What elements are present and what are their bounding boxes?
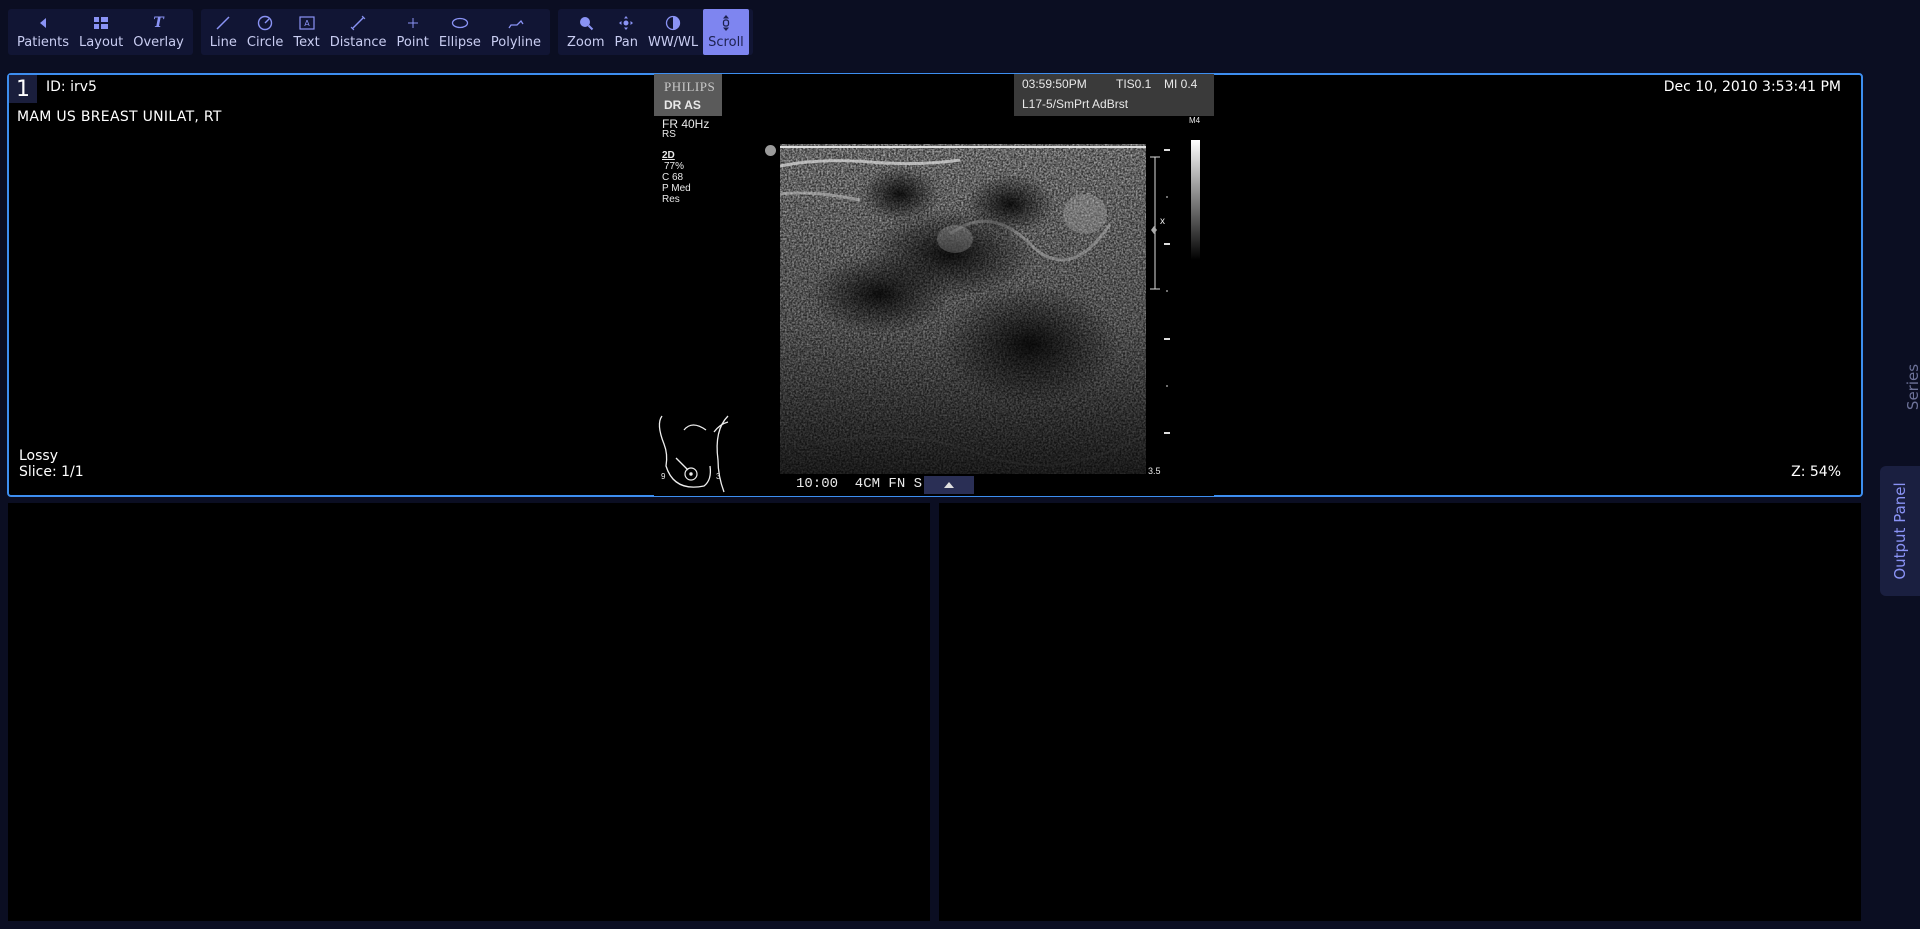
circle-tool-button[interactable]: Circle: [242, 9, 289, 55]
text-tool-button[interactable]: A Text: [288, 9, 324, 55]
patient-id: ID: irv5: [46, 79, 97, 95]
focus-marker: x: [1160, 216, 1165, 227]
scroll-icon: [717, 14, 735, 32]
distance-tool-button[interactable]: Distance: [325, 9, 392, 55]
line-icon: [214, 14, 232, 32]
compression-label: Lossy: [19, 448, 58, 464]
polyline-icon: [507, 14, 525, 32]
pan-icon: [617, 14, 635, 32]
caret-up-button[interactable]: [924, 476, 974, 494]
viewport-3[interactable]: [939, 503, 1861, 921]
line-tool-button[interactable]: Line: [205, 9, 242, 55]
svg-text:A: A: [304, 19, 310, 28]
study-datetime: Dec 10, 2010 3:53:41 PM: [1663, 79, 1841, 95]
zoom-icon: [577, 14, 595, 32]
toolbar: Patients Layout T Overlay Line Circle A …: [8, 9, 753, 55]
scroll-tool-button[interactable]: Scroll: [703, 9, 749, 55]
breast-body-marker: [658, 415, 729, 493]
polyline-tool-button[interactable]: Polyline: [486, 9, 546, 55]
study-description: MAM US BREAST UNILAT, RT: [17, 109, 222, 125]
bmode-image: [780, 144, 1146, 474]
toolbar-group-view: Zoom Pan WW/WL Scroll: [558, 9, 753, 55]
viewport-1[interactable]: 1 ID: irv5 MAM US BREAST UNILAT, RT Dec …: [7, 73, 1863, 497]
viewport-2[interactable]: [8, 503, 930, 921]
rs-label: RS: [662, 129, 676, 140]
body-marker-3: 3: [716, 472, 721, 481]
zoom-tool-button[interactable]: Zoom: [562, 9, 609, 55]
map-label: M4: [1189, 116, 1201, 125]
slice-counter: Slice: 1/1: [19, 464, 84, 480]
output-panel-tab[interactable]: Output Panel: [1880, 466, 1920, 596]
caret-up-icon: [944, 482, 954, 488]
orientation-marker: [765, 145, 776, 156]
toolbar-group-annotation: Line Circle A Text Distance Point Ellips…: [200, 9, 551, 55]
pan-tool-button[interactable]: Pan: [610, 9, 643, 55]
param-gain: 77%: [664, 161, 685, 172]
vendor-logo: PHILIPS: [664, 79, 716, 94]
acquisition-time: 03:59:50PM: [1022, 77, 1087, 91]
layout-button[interactable]: Layout: [74, 9, 128, 55]
wwwl-tool-button[interactable]: WW/WL: [643, 9, 703, 55]
circle-icon: [256, 14, 274, 32]
zoom-level: Z: 54%: [1791, 464, 1841, 480]
point-icon: [404, 14, 422, 32]
point-tool-button[interactable]: Point: [392, 9, 434, 55]
param-compression: C 68: [662, 172, 684, 183]
distance-icon: [349, 14, 367, 32]
toolbar-group-navigation: Patients Layout T Overlay: [8, 9, 193, 55]
layout-grid-icon: [92, 14, 110, 32]
param-persistence: P Med: [662, 183, 691, 194]
probe-preset: L17-5/SmPrt AdBrst: [1022, 97, 1129, 111]
overlay-text-icon: T: [153, 15, 164, 31]
contrast-icon: [664, 14, 682, 32]
back-arrow-icon: [34, 14, 52, 32]
mi-value: MI 0.4: [1164, 77, 1198, 91]
output-panel-label: Output Panel: [1891, 482, 1909, 580]
overlay-button[interactable]: T Overlay: [128, 9, 189, 55]
ellipse-icon: [451, 14, 469, 32]
depth-value: 3.5: [1148, 466, 1161, 476]
depth-scale: [1150, 149, 1170, 434]
ellipse-tool-button[interactable]: Ellipse: [434, 9, 486, 55]
mode-label: DR AS: [664, 98, 701, 112]
param-res: Res: [662, 194, 680, 205]
patients-button[interactable]: Patients: [12, 9, 74, 55]
viewport-number: 1: [9, 75, 37, 103]
tis-value: TIS0.1: [1116, 77, 1152, 91]
text-box-icon: A: [298, 14, 316, 32]
body-marker-9: 9: [661, 472, 666, 481]
position-label: 10:00 4CM FN S: [796, 476, 923, 492]
series-tab[interactable]: Series: [1904, 364, 1920, 410]
ultrasound-image: PHILIPS DR AS FR 40Hz RS 2D 77% C 68 P M…: [654, 74, 1214, 496]
param-2d: 2D: [662, 150, 675, 161]
grayscale-bar: [1191, 140, 1200, 260]
